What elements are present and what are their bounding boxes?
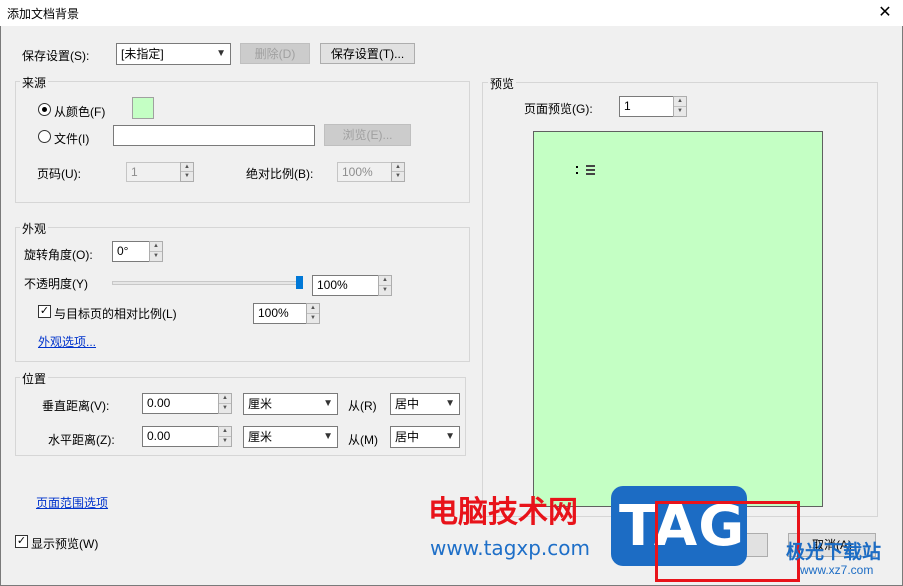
preview-text-line bbox=[586, 173, 595, 175]
horizontal-distance-field[interactable]: 0.00 bbox=[142, 426, 219, 447]
spin-arrows-icon[interactable]: ▲ ▼ bbox=[218, 393, 232, 414]
checkmark-icon: ✓ bbox=[39, 305, 50, 317]
relative-scale-field[interactable]: 100% bbox=[253, 303, 307, 324]
window-title: 添加文档背景 bbox=[7, 7, 80, 21]
preview-text-dot bbox=[576, 166, 578, 168]
file-label: 文件(I) bbox=[54, 132, 90, 146]
vertical-from-combo[interactable]: 居中 ▼ bbox=[390, 393, 460, 415]
opacity-field[interactable]: 100% bbox=[312, 275, 379, 296]
show-preview-label: 显示预览(W) bbox=[31, 537, 99, 551]
appearance-group-label: 外观 bbox=[20, 220, 49, 237]
rotation-label: 旋转角度(O): bbox=[24, 248, 93, 262]
page-number-label: 页码(U): bbox=[37, 167, 81, 181]
spin-arrows-icon[interactable]: ▲ ▼ bbox=[391, 162, 405, 182]
position-group-label: 位置 bbox=[20, 370, 49, 387]
page-number-field[interactable]: 1 bbox=[126, 162, 181, 182]
title-bar: 添加文档背景 ✕ bbox=[0, 0, 903, 26]
absolute-scale-label: 绝对比例(B): bbox=[246, 167, 314, 181]
relative-scale-checkbox[interactable]: ✓ bbox=[38, 305, 51, 318]
file-radio[interactable] bbox=[38, 130, 51, 143]
page-preview-label: 页面预览(G): bbox=[524, 102, 593, 116]
watermark-site-url: www.tagxp.com bbox=[430, 536, 590, 560]
page-preview-field[interactable]: 1 bbox=[619, 96, 674, 117]
file-path-input[interactable] bbox=[113, 125, 315, 146]
opacity-slider-thumb[interactable] bbox=[296, 276, 303, 289]
spin-arrows-icon[interactable]: ▲ ▼ bbox=[149, 241, 163, 262]
horizontal-distance-label: 水平距离(Z): bbox=[48, 433, 115, 447]
horizontal-from-label: 从(M) bbox=[348, 433, 378, 447]
vertical-distance-field[interactable]: 0.00 bbox=[142, 393, 219, 414]
watermark-site-name: 电脑技术网 bbox=[428, 495, 578, 530]
delete-button[interactable]: 删除(D) bbox=[240, 43, 310, 64]
vertical-distance-label: 垂直距离(V): bbox=[42, 399, 110, 413]
horizontal-from-combo[interactable]: 居中 ▼ bbox=[390, 426, 460, 448]
horizontal-unit-combo[interactable]: 厘米 ▼ bbox=[243, 426, 338, 448]
preview-text-line bbox=[586, 169, 595, 171]
browse-button[interactable]: 浏览(E)... bbox=[324, 124, 411, 146]
spin-arrows-icon[interactable]: ▲ ▼ bbox=[673, 96, 687, 117]
horizontal-from-value: 居中 bbox=[395, 430, 420, 444]
save-settings-label: 保存设置(S): bbox=[22, 49, 90, 63]
chevron-down-icon: ▼ bbox=[323, 431, 333, 442]
preview-text-dot bbox=[576, 172, 578, 174]
show-preview-checkbox[interactable]: ✓ bbox=[15, 535, 28, 548]
checkmark-icon: ✓ bbox=[16, 535, 27, 547]
watermark-corner-url: www.xz7.com bbox=[800, 563, 874, 577]
opacity-label: 不透明度(Y) bbox=[24, 277, 88, 291]
spin-arrows-icon[interactable]: ▲ ▼ bbox=[180, 162, 194, 182]
save-settings-button[interactable]: 保存设置(T)... bbox=[320, 43, 415, 64]
vertical-unit-combo[interactable]: 厘米 ▼ bbox=[243, 393, 338, 415]
rotation-field[interactable]: 0° bbox=[112, 241, 150, 262]
appearance-options-link[interactable]: 外观选项... bbox=[38, 333, 96, 350]
source-group-label: 来源 bbox=[20, 74, 49, 91]
vertical-from-value: 居中 bbox=[395, 397, 420, 411]
relative-scale-label: 与目标页的相对比例(L) bbox=[54, 307, 177, 321]
chevron-down-icon: ▼ bbox=[445, 431, 455, 442]
spin-arrows-icon[interactable]: ▲ ▼ bbox=[218, 426, 232, 447]
close-icon[interactable]: ✕ bbox=[872, 2, 898, 24]
from-color-radio[interactable] bbox=[38, 103, 51, 116]
chevron-down-icon: ▼ bbox=[323, 398, 333, 409]
highlight-box bbox=[655, 501, 800, 582]
preview-group-label: 预览 bbox=[488, 75, 517, 92]
preview-page bbox=[533, 131, 823, 507]
vertical-from-label: 从(R) bbox=[348, 399, 377, 413]
horizontal-unit-value: 厘米 bbox=[248, 430, 273, 444]
vertical-unit-value: 厘米 bbox=[248, 397, 273, 411]
spin-arrows-icon[interactable]: ▲ ▼ bbox=[306, 303, 320, 324]
save-settings-combo-value: [未指定] bbox=[121, 47, 164, 61]
opacity-slider-track[interactable] bbox=[112, 276, 303, 289]
chevron-down-icon: ▼ bbox=[445, 398, 455, 409]
color-swatch[interactable] bbox=[132, 97, 154, 119]
save-settings-combo[interactable]: [未指定] ▼ bbox=[116, 43, 231, 65]
from-color-label: 从颜色(F) bbox=[54, 105, 106, 119]
chevron-down-icon: ▼ bbox=[216, 48, 226, 59]
preview-text-line bbox=[586, 165, 595, 167]
spin-arrows-icon[interactable]: ▲ ▼ bbox=[378, 275, 392, 296]
absolute-scale-field[interactable]: 100% bbox=[337, 162, 392, 182]
watermark-corner-name: 极光下载站 bbox=[786, 541, 882, 563]
page-range-options-link[interactable]: 页面范围选项 bbox=[36, 494, 108, 511]
